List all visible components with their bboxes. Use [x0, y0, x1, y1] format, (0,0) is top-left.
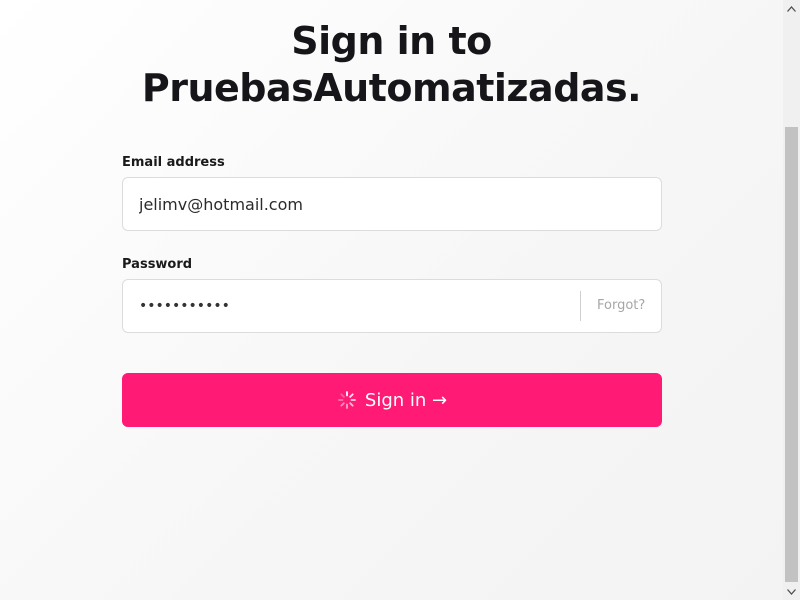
email-field[interactable] — [139, 178, 559, 230]
sign-in-button[interactable]: Sign in → — [122, 373, 662, 427]
password-field-container: ••••••••••• Forgot? — [122, 279, 662, 333]
sign-in-page: Sign in to PruebasAutomatizadas. Email a… — [0, 0, 783, 600]
email-field-container — [122, 177, 662, 231]
page-title-line1: Sign in to — [291, 19, 492, 63]
sign-in-label: Sign in → — [364, 389, 448, 411]
loading-spinner-icon — [337, 391, 356, 409]
page-title-line2: PruebasAutomatizadas. — [141, 66, 642, 110]
email-label: Email address — [122, 155, 225, 170]
scroll-up-icon[interactable] — [783, 0, 800, 17]
scroll-down-icon[interactable] — [783, 583, 800, 600]
forgot-password-link[interactable]: Forgot? — [597, 280, 645, 332]
password-divider — [580, 291, 581, 321]
password-label: Password — [122, 257, 193, 272]
vertical-scrollbar[interactable] — [783, 0, 800, 600]
password-field[interactable]: ••••••••••• — [139, 280, 230, 332]
scrollbar-thumb[interactable] — [785, 127, 798, 582]
